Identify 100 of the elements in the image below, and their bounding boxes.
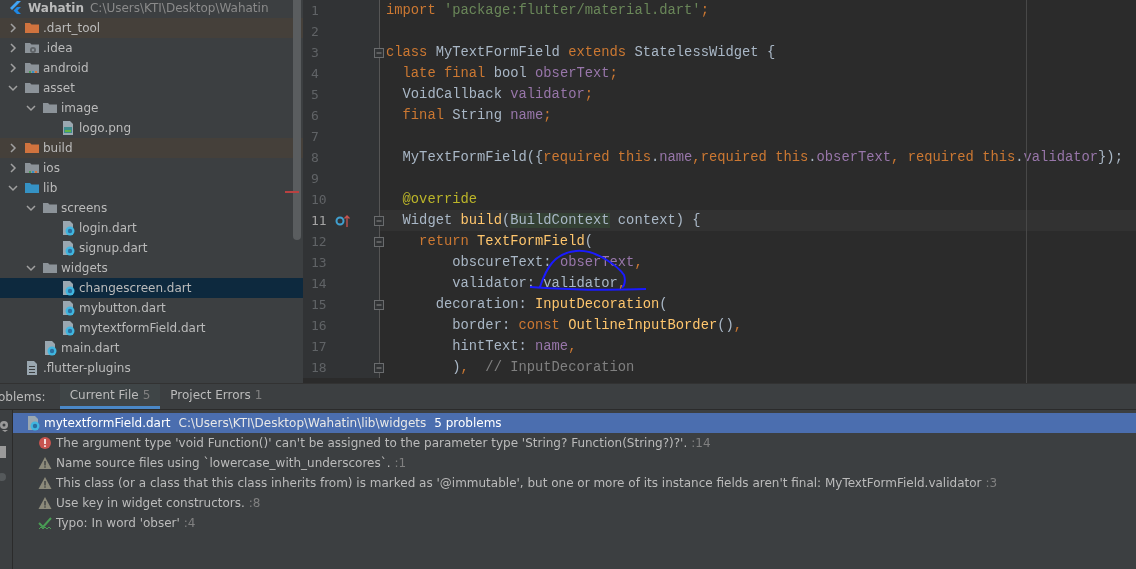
code-token: ; (584, 87, 593, 102)
file-row[interactable]: mytextformField.dart C:\Users\KTI\Desktop\Wahatin\lib\widgets 5 problems (13, 413, 1136, 433)
code-token: obserText (535, 66, 610, 81)
code-token: required this (907, 150, 1016, 165)
text-file-icon (24, 360, 40, 376)
tree-item[interactable]: logo.png (79, 121, 132, 135)
line-reference: :3 (985, 476, 998, 490)
fold-icon[interactable] (374, 236, 384, 247)
code-token: return (418, 234, 470, 249)
folder-icon (24, 160, 40, 176)
circle-arrow-icon[interactable] (335, 213, 351, 228)
code-token: Widget (401, 213, 454, 228)
error-marker (285, 191, 299, 193)
code-token: build (460, 213, 502, 228)
problem-message[interactable]: The argument type 'void Function()' can't be assigned to the parameter type 'String? Function(String?)?'. (56, 436, 688, 450)
line-reference: :4 (183, 516, 196, 530)
code-token: InputDecoration (535, 297, 660, 312)
dart-file-icon (42, 340, 58, 356)
warning-icon (38, 496, 52, 510)
tree-item[interactable]: .flutter-plugins (43, 361, 131, 375)
panel-tab[interactable]: Project Errors 1 (160, 384, 273, 409)
tree-item[interactable]: ios (43, 161, 60, 175)
code-token: MyTextFormField({ (401, 150, 544, 165)
problem-message[interactable]: Use key in widget constructors. (56, 496, 245, 510)
tree-item[interactable]: build (43, 141, 73, 155)
tree-item[interactable]: image (61, 101, 99, 115)
code-token: ; (609, 66, 618, 81)
code-token: ; (700, 3, 709, 18)
code-token: required this (700, 150, 809, 165)
tree-item[interactable]: login.dart (79, 221, 137, 235)
tree-item[interactable]: mybutton.dart (79, 301, 166, 315)
dart-file-icon (60, 280, 76, 296)
code-token: StatelessWidget { (634, 45, 776, 60)
fold-icon[interactable] (374, 362, 384, 373)
folder-icon (42, 260, 58, 276)
tree-item[interactable]: screens (61, 201, 108, 215)
line-number: 11 (310, 213, 328, 228)
code-token: context) { (616, 213, 701, 228)
project-name: Wahatin (28, 1, 84, 15)
tree-item[interactable]: main.dart (61, 341, 120, 355)
file-name: mytextformField.dart (44, 416, 171, 430)
code-token: , (692, 150, 701, 165)
code-token: OutlineInputBorder (568, 318, 718, 333)
code-token: late final (401, 66, 487, 81)
check-icon (38, 516, 52, 530)
code-token: name (510, 108, 544, 123)
line-reference: :1 (394, 456, 407, 470)
code-token: obserText (816, 150, 892, 165)
dart-file-icon (60, 320, 76, 336)
code-token: BuildContext (510, 213, 610, 228)
folder-icon (42, 100, 58, 116)
code-token: , (460, 360, 469, 375)
tree-item[interactable]: lib (43, 181, 58, 195)
tree-item[interactable]: mytextformField.dart (79, 321, 206, 335)
code-token: decoration: (434, 297, 528, 312)
code-token: // InputDecoration (484, 360, 635, 375)
gear-folder-icon (24, 40, 40, 56)
code-token: ) (451, 360, 461, 375)
excluded-folder-icon (24, 140, 40, 156)
tree-item[interactable]: .dart_tool (43, 21, 101, 35)
folder-icon (42, 200, 58, 216)
tree-item[interactable]: widgets (61, 261, 108, 275)
project-path: C:\Users\KTI\Desktop\Wahatin (89, 1, 269, 15)
code-token: name (535, 339, 569, 354)
dart-file-icon (60, 300, 76, 316)
tree-item[interactable]: asset (43, 81, 75, 95)
line-reference: :14 (691, 436, 711, 450)
code-token: ( (659, 297, 668, 312)
code-token: border: (451, 318, 512, 333)
problem-message[interactable]: Name source files using `lowercase_with_underscores`. (56, 456, 391, 470)
tree-item[interactable]: signup.dart (79, 241, 148, 255)
fold-icon[interactable] (374, 299, 384, 310)
code-token: TextFormField (477, 234, 585, 249)
tree-item[interactable]: android (43, 61, 89, 75)
problem-count: 5 problems (434, 416, 502, 430)
excluded-folder-icon (24, 20, 40, 36)
fold-icon[interactable] (374, 47, 384, 58)
code-token: 'package:flutter/material.dart' (443, 3, 701, 18)
code-token: @override (401, 192, 478, 207)
warning-icon (38, 476, 52, 490)
logo-icon (8, 0, 24, 16)
file-path: C:\Users\KTI\Desktop\Wahatin\lib\widgets (178, 416, 427, 430)
tree-item[interactable]: .idea (43, 41, 73, 55)
code-token: const (518, 318, 561, 333)
scrollbar[interactable] (293, 0, 301, 240)
code-token: validator (510, 87, 585, 102)
code-token: () (717, 318, 734, 333)
code-token: , (634, 255, 643, 270)
problem-message[interactable]: Typo: In word 'obser' (56, 516, 180, 530)
code-token: validator (1023, 150, 1099, 165)
code-token: ( (584, 234, 593, 249)
fold-icon[interactable] (374, 215, 384, 226)
code-token: . (650, 150, 660, 165)
panel-tab[interactable]: Current File 5 (59, 384, 161, 409)
problem-message[interactable]: This class (or a class that this class inherits from) is marked as '@immutable', but one or more of its instance fields aren't final: MyTextFormField.validator (56, 476, 982, 490)
code-token: import (386, 3, 437, 18)
code-token: ; (543, 108, 552, 123)
gear-icon[interactable] (0, 420, 10, 432)
code-token: final (401, 108, 445, 123)
dart-file-icon (60, 240, 76, 256)
